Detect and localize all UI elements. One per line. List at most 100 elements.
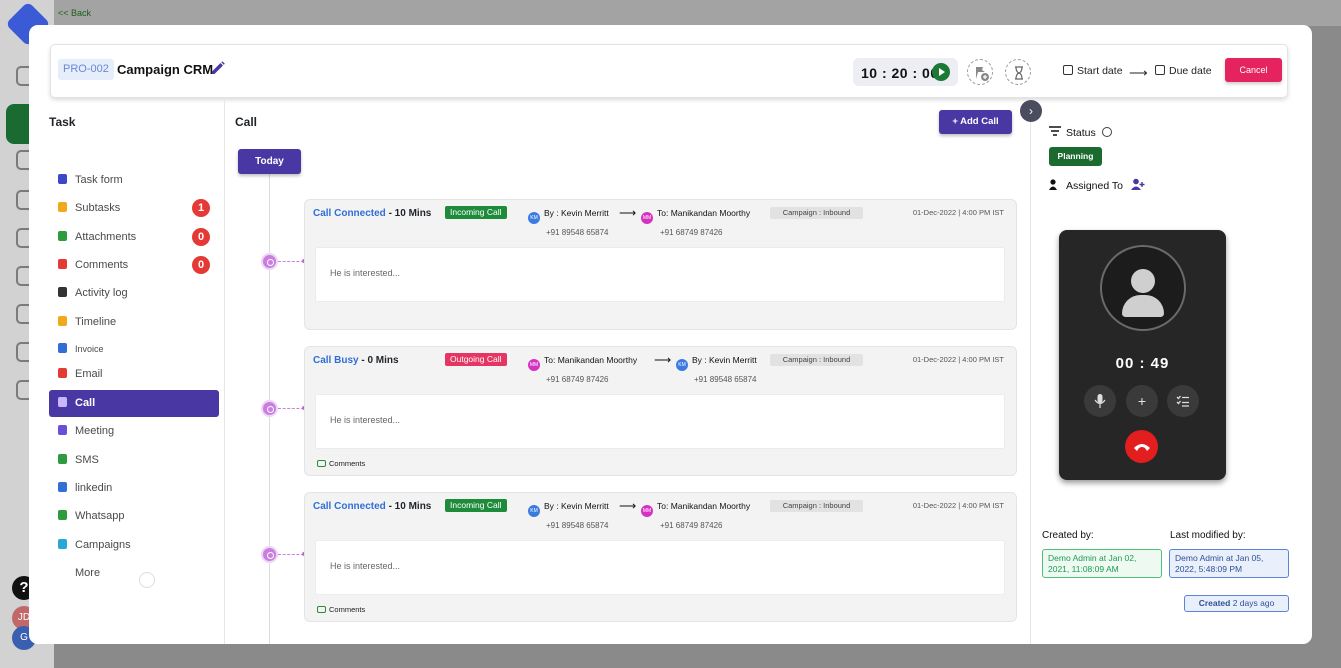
status-row: Status	[1049, 126, 1112, 139]
loading-indicator	[139, 572, 155, 588]
caller-avatar	[1100, 245, 1186, 331]
nav-item-more[interactable]: More	[49, 560, 219, 587]
play-icon[interactable]	[932, 63, 950, 81]
nav-item-linkedin[interactable]: linkedin	[49, 475, 219, 502]
party-name: Kevin Merritt	[561, 208, 609, 218]
nav-item-label: SMS	[75, 454, 99, 466]
comments-link[interactable]: Comments	[317, 605, 365, 614]
created-badge-value: 2 days ago	[1232, 598, 1275, 608]
call-status[interactable]: Call Busy	[313, 355, 359, 366]
add-user-icon[interactable]	[1130, 178, 1145, 190]
nav-item-campaigns[interactable]: Campaigns	[49, 532, 219, 559]
nav-item-label: Subtasks	[75, 202, 121, 214]
nav-item-attachments[interactable]: Attachments 0	[49, 224, 219, 251]
party-name: Kevin Merritt	[709, 355, 757, 365]
avatar: KM	[676, 359, 688, 371]
timeline-connector	[278, 554, 304, 555]
back-link[interactable]: << Back	[58, 8, 91, 18]
modified-by-label: Last modified by:	[1170, 530, 1246, 541]
cancel-button[interactable]: Cancel	[1225, 58, 1282, 82]
created-badge-label: Created	[1198, 598, 1231, 608]
timeline-connector	[278, 261, 304, 262]
call-card[interactable]: Call Connected - 10 Mins Incoming Call KM B…	[304, 492, 1017, 622]
nav-item-subtasks[interactable]: Subtasks 1	[49, 195, 219, 222]
comments-label: Comments	[329, 605, 366, 614]
pencil-icon[interactable]	[209, 60, 227, 78]
calendar-icon	[1155, 65, 1165, 75]
arrow-right-icon: ⟶	[654, 353, 672, 367]
timeline-connector	[278, 408, 304, 409]
nav-item-label: Attachments	[75, 231, 137, 243]
cursor-icon[interactable]	[1101, 127, 1112, 137]
comments-link[interactable]: Comments	[317, 459, 365, 468]
nav-item-email[interactable]: Email	[49, 361, 219, 388]
status-badge[interactable]: Planning	[1049, 147, 1102, 166]
details-panel: › Status Planning Assigned To 00 : 49 + …	[1020, 100, 1312, 644]
flag-plus-icon	[976, 67, 989, 81]
estimate-button[interactable]	[1005, 59, 1031, 85]
end-call-button[interactable]	[1125, 430, 1158, 463]
call-card[interactable]: Call Connected - 10 Mins Incoming Call KM B…	[304, 199, 1017, 330]
nav-item-activity-log[interactable]: Activity log	[49, 280, 219, 307]
add-call-button[interactable]: + Add Call	[939, 110, 1012, 134]
project-title: Campaign CRM	[117, 62, 214, 77]
call-note: He is interested...	[315, 247, 1005, 302]
call-status[interactable]: Call Connected	[313, 501, 386, 512]
nav-item-label: Campaigns	[75, 539, 131, 551]
nav-item-whatsapp[interactable]: Whatsapp	[49, 503, 219, 530]
call-title: Call Connected - 10 Mins	[313, 501, 431, 512]
call-card[interactable]: Call Busy - 0 Mins Outgoing Call MM To: Man…	[304, 346, 1017, 476]
mic-button[interactable]	[1084, 385, 1116, 417]
nav-item-label: Email	[75, 368, 103, 380]
nav-item-call[interactable]: Call	[49, 390, 219, 417]
meeting-icon	[58, 425, 67, 435]
call-notes-button[interactable]	[1167, 385, 1199, 417]
nav-item-timeline[interactable]: Timeline	[49, 309, 219, 336]
call-icon	[58, 397, 67, 407]
app-topbar	[54, 0, 1341, 26]
call-status[interactable]: Call Connected	[313, 208, 386, 219]
nav-item-label: linkedin	[75, 482, 113, 494]
add-participant-button[interactable]: +	[1126, 385, 1158, 417]
call-party-from: MM To: Manikandan Moorthy	[528, 355, 637, 371]
hang-up-icon	[1133, 444, 1150, 451]
call-duration: - 10 Mins	[385, 501, 432, 512]
task-nav-title: Task	[49, 115, 76, 129]
nav-item-label: Invoice	[75, 344, 104, 354]
call-type-badge: Outgoing Call	[445, 353, 507, 366]
count-badge: 1	[192, 199, 210, 217]
expand-panel-button[interactable]: ›	[1020, 100, 1042, 122]
task-nav-panel: Task Task form Subtasks 1 Attachments 0 Comme…	[29, 100, 225, 644]
task-timer: 10 : 20 : 00	[853, 58, 958, 86]
nav-item-task-form[interactable]: Task form	[49, 167, 219, 194]
start-date-button[interactable]: Start date	[1063, 65, 1123, 77]
person-head-icon	[1131, 269, 1155, 293]
sms-icon	[58, 454, 67, 464]
count-badge: 0	[192, 256, 210, 274]
arrow-right-icon: ⟶	[619, 206, 637, 220]
due-date-button[interactable]: Due date	[1155, 65, 1212, 77]
attachments-icon	[58, 231, 67, 241]
call-datetime: 01-Dec-2022 | 4:00 PM IST	[912, 355, 1004, 364]
party-name: Manikandan Moorthy	[557, 355, 638, 365]
task-header: PRO-002 Campaign CRM 10 : 20 : 00 Start …	[50, 44, 1288, 98]
assigned-label: Assigned To	[1066, 180, 1124, 192]
campaign-chip: Campaign : Inbound	[770, 207, 863, 219]
nav-item-meeting[interactable]: Meeting	[49, 418, 219, 445]
party-prefix: To:	[544, 355, 558, 365]
nav-item-comments[interactable]: Comments 0	[49, 252, 219, 279]
to-phone: +91 89548 65874	[694, 375, 757, 384]
nav-item-sms[interactable]: SMS	[49, 447, 219, 474]
call-datetime: 01-Dec-2022 | 4:00 PM IST	[912, 208, 1004, 217]
project-id-chip: PRO-002	[58, 59, 114, 80]
call-panel-title: Call	[235, 115, 258, 129]
nav-item-invoice[interactable]: Invoice	[49, 336, 219, 363]
comments-label: Comments	[329, 459, 366, 468]
from-phone: +91 89548 65874	[546, 521, 609, 530]
nav-item-label: Call	[75, 397, 96, 409]
add-flag-button[interactable]	[967, 59, 993, 85]
party-prefix: By :	[544, 208, 562, 218]
call-timer: 00 : 49	[1115, 355, 1170, 372]
calendar-icon	[1063, 65, 1073, 75]
campaigns-icon	[58, 539, 67, 549]
